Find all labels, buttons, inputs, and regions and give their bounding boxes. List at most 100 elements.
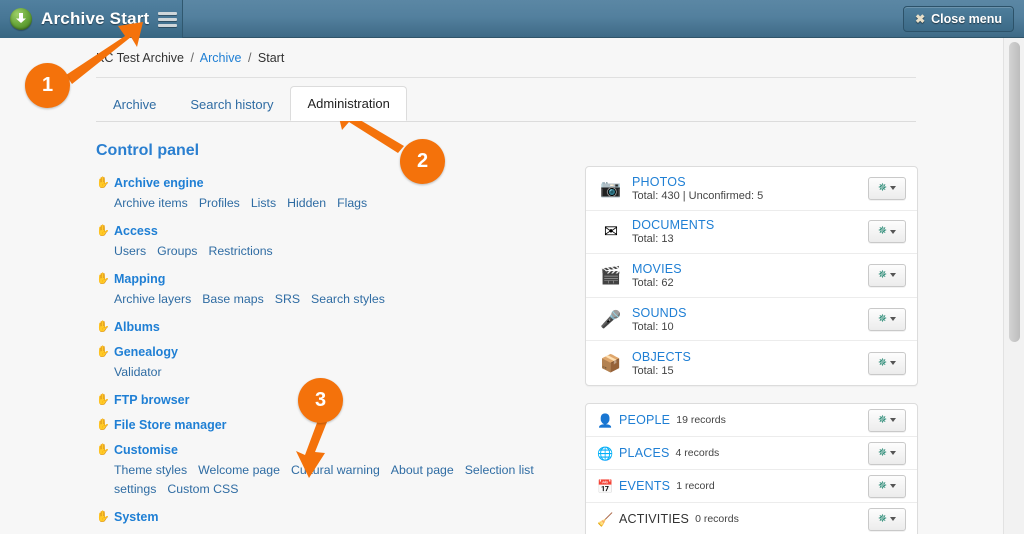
gear-dropdown-movies[interactable]: ✵ [868, 263, 906, 287]
link-base-maps[interactable]: Base maps [202, 292, 264, 306]
records-panel: 👤 PEOPLE 19 records ✵ 🌐 PLACES 4 records… [585, 403, 918, 534]
cp-header[interactable]: ✋ Genealogy [96, 345, 566, 359]
media-title-objects[interactable]: OBJECTS [632, 350, 868, 364]
hand-icon: ✋ [96, 511, 110, 523]
brand-zone: Archive Start [0, 0, 183, 38]
link-lists[interactable]: Lists [251, 196, 276, 210]
gear-icon: ✵ [877, 413, 888, 426]
link-theme-styles[interactable]: Theme styles [114, 463, 187, 477]
scrollbar-thumb[interactable] [1009, 42, 1020, 342]
record-name-places[interactable]: PLACES [619, 446, 670, 460]
breadcrumb-link-archive[interactable]: Archive [200, 51, 242, 65]
gear-dropdown-activities[interactable]: ✵ [868, 507, 906, 531]
gear-dropdown-documents[interactable]: ✵ [868, 220, 906, 244]
cp-title-albums[interactable]: Albums [114, 320, 160, 334]
record-name-activities: ACTIVITIES [619, 512, 690, 526]
broom-icon: 🧹 [597, 511, 614, 527]
cp-title-access[interactable]: Access [114, 224, 158, 238]
record-name-events[interactable]: EVENTS [619, 479, 670, 493]
link-archive-items[interactable]: Archive items [114, 196, 188, 210]
cp-header[interactable]: ✋ FTP browser [96, 393, 566, 407]
link-search-styles[interactable]: Search styles [311, 292, 385, 306]
tab-administration[interactable]: Administration [290, 86, 407, 121]
link-archive-layers[interactable]: Archive layers [114, 292, 191, 306]
breadcrumb-current: Start [257, 51, 285, 65]
close-menu-label: Close menu [931, 12, 1002, 26]
record-count-events: 1 record [676, 480, 715, 492]
link-groups[interactable]: Groups [157, 244, 197, 258]
cp-header[interactable]: ✋ Archive engine [96, 176, 566, 190]
media-title-sounds[interactable]: SOUNDS [632, 306, 868, 320]
cp-header[interactable]: ✋ System [96, 510, 566, 524]
gear-dropdown-events[interactable]: ✵ [868, 474, 906, 498]
cp-section-ftp-browser: ✋ FTP browser [96, 393, 566, 407]
cp-header[interactable]: ✋ File Store manager [96, 418, 566, 432]
gear-dropdown-sounds[interactable]: ✵ [868, 307, 906, 331]
cp-title-customise[interactable]: Customise [114, 443, 178, 457]
cp-section-customise: ✋ Customise Theme styles Welcome page Cult… [96, 443, 566, 499]
cp-title-mapping[interactable]: Mapping [114, 272, 165, 286]
media-title-photos[interactable]: PHOTOS [632, 175, 868, 189]
cp-links-mapping: Archive layers Base maps SRS Search styles [114, 290, 566, 309]
hand-icon: ✋ [96, 419, 110, 431]
link-flags[interactable]: Flags [337, 196, 367, 210]
crate-box-icon: 📦 [600, 353, 622, 373]
cp-title-file-store-manager[interactable]: File Store manager [114, 418, 227, 432]
gear-icon: ✵ [877, 312, 888, 325]
globe-icon: 🌐 [597, 445, 614, 461]
media-subtitle-photos: Total: 430 | Unconfirmed: 5 [632, 189, 764, 202]
hamburger-bar [158, 23, 178, 27]
app-screen: Archive Start ✖ Close menu KC Test Archi… [0, 0, 1024, 534]
tab-archive[interactable]: Archive [96, 87, 173, 121]
cultural-warning-link[interactable]: Cultural warning [291, 463, 380, 477]
link-hidden[interactable]: Hidden [287, 196, 326, 210]
link-custom-css[interactable]: Custom CSS [167, 482, 238, 496]
tab-search-history[interactable]: Search history [173, 87, 290, 121]
hand-icon: ✋ [96, 177, 110, 189]
media-subtitle-objects: Total: 15 [632, 364, 674, 377]
record-name-people[interactable]: PEOPLE [619, 413, 670, 427]
cp-title-genealogy[interactable]: Genealogy [114, 345, 178, 359]
gear-icon: ✵ [877, 512, 888, 525]
media-title-movies[interactable]: MOVIES [632, 262, 868, 276]
chevron-down-icon [890, 418, 897, 422]
vertical-scrollbar[interactable] [1003, 38, 1024, 534]
link-validator[interactable]: Validator [114, 365, 162, 379]
hamburger-bar [158, 17, 178, 21]
tab-bar: Archive Search history Administration [96, 86, 407, 121]
record-count-activities: 0 records [695, 513, 739, 525]
record-row-activities: 🧹 ACTIVITIES 0 records ✵ [586, 503, 917, 534]
clapperboard-icon: 🎬 [600, 265, 622, 285]
breadcrumb-separator: / [247, 51, 252, 65]
gear-dropdown-photos[interactable]: ✵ [868, 176, 906, 200]
gear-dropdown-objects[interactable]: ✵ [868, 351, 906, 375]
breadcrumb-separator: / [190, 51, 194, 65]
media-panel: 📷 PHOTOS Total: 430 | Unconfirmed: 5 ✵ ✉… [585, 166, 918, 386]
link-profiles[interactable]: Profiles [199, 196, 240, 210]
hamburger-icon[interactable] [158, 11, 178, 27]
cp-header[interactable]: ✋ Customise [96, 443, 566, 457]
media-title-documents[interactable]: DOCUMENTS [632, 218, 868, 232]
link-users[interactable]: Users [114, 244, 146, 258]
cp-header[interactable]: ✋ Access [96, 224, 566, 238]
chevron-down-icon [890, 451, 897, 455]
cp-header[interactable]: ✋ Albums [96, 320, 566, 334]
cp-section-system: ✋ System [96, 510, 566, 524]
link-welcome-page[interactable]: Welcome page [198, 463, 280, 477]
gear-icon: ✵ [877, 268, 888, 281]
media-text: OBJECTS Total: 15 [632, 350, 868, 377]
link-restrictions[interactable]: Restrictions [208, 244, 272, 258]
gear-dropdown-people[interactable]: ✵ [868, 408, 906, 432]
breadcrumb: KC Test Archive / Archive / Start [96, 51, 284, 65]
link-about-page[interactable]: About page [391, 463, 454, 477]
close-menu-button[interactable]: ✖ Close menu [903, 6, 1014, 32]
media-text: MOVIES Total: 62 [632, 262, 868, 289]
cp-section-albums: ✋ Albums [96, 320, 566, 334]
cp-title-archive-engine[interactable]: Archive engine [114, 176, 204, 190]
cp-links-archive-engine: Archive items Profiles Lists Hidden Flags [114, 194, 566, 213]
gear-dropdown-places[interactable]: ✵ [868, 441, 906, 465]
cp-header[interactable]: ✋ Mapping [96, 272, 566, 286]
cp-title-ftp-browser[interactable]: FTP browser [114, 393, 189, 407]
link-srs[interactable]: SRS [275, 292, 300, 306]
cp-title-system[interactable]: System [114, 510, 158, 524]
